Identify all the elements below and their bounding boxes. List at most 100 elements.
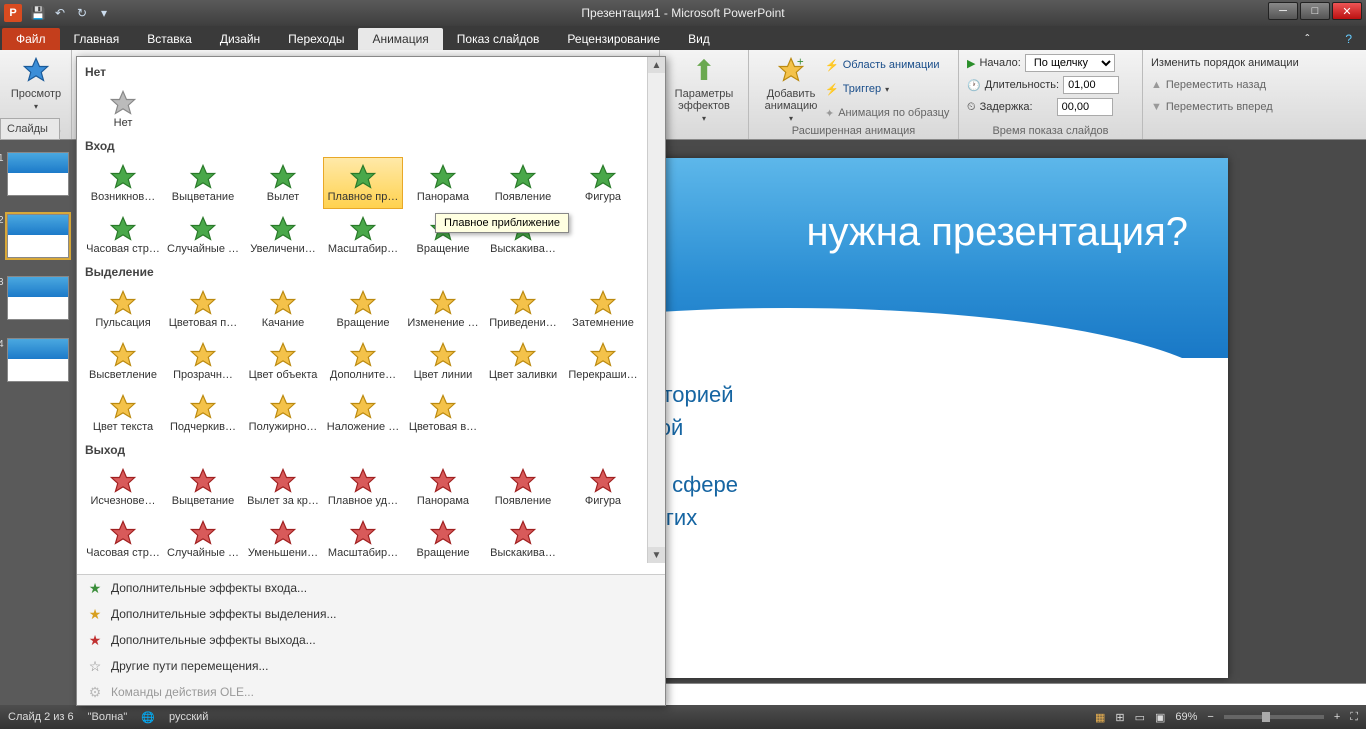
gallery-item[interactable]: Дополните… (323, 335, 403, 387)
gallery-item[interactable]: Уменьшени… (243, 513, 323, 565)
slide-thumb-4[interactable]: 4 (7, 338, 69, 382)
gallery-item[interactable]: Вылет (243, 157, 323, 209)
language-icon[interactable]: 🌐 (141, 711, 155, 724)
qat-redo-icon[interactable]: ↻ (74, 5, 90, 21)
gallery-item[interactable]: Часовая стр… (83, 209, 163, 261)
gallery-item[interactable]: Возникнов… (83, 157, 163, 209)
more-emphasis-item[interactable]: ★Дополнительные эффекты выделения... (77, 601, 665, 627)
tab-home[interactable]: Главная (60, 28, 134, 50)
gallery-item[interactable]: Изменение … (403, 283, 483, 335)
duration-input[interactable] (1063, 76, 1119, 94)
gallery-item[interactable]: Пульсация (83, 283, 163, 335)
minimize-button[interactable]: ─ (1268, 2, 1298, 20)
maximize-button[interactable]: □ (1300, 2, 1330, 20)
view-reading-icon[interactable]: ▭ (1135, 711, 1145, 724)
gallery-item[interactable]: Полужирно… (243, 387, 323, 439)
star-icon (107, 289, 139, 317)
gallery-item[interactable]: Панорама (403, 157, 483, 209)
gallery-item[interactable]: Появление (483, 461, 563, 513)
help-icon[interactable]: ? (1331, 28, 1366, 50)
gallery-item[interactable]: Плавное уд… (323, 461, 403, 513)
gallery-item[interactable]: Часовая стр… (83, 513, 163, 565)
more-entrance-item[interactable]: ★Дополнительные эффекты входа... (77, 575, 665, 601)
gallery-item[interactable]: Масштабир… (323, 209, 403, 261)
gallery-section: Нет (83, 61, 645, 83)
add-animation-button[interactable]: + Добавить анимацию ▾ (757, 52, 825, 125)
star-icon (347, 393, 379, 421)
view-sorter-icon[interactable]: ⊞ (1115, 711, 1124, 724)
delay-input[interactable] (1057, 98, 1113, 116)
gallery-item[interactable]: Фигура (563, 461, 643, 513)
gallery-item[interactable]: Масштабир… (323, 513, 403, 565)
preview-button[interactable]: Просмотр ▾ (8, 52, 64, 113)
gallery-item[interactable]: Цвет заливки (483, 335, 563, 387)
gallery-item[interactable]: Появление (483, 157, 563, 209)
tab-animation[interactable]: Анимация (358, 28, 442, 50)
start-select[interactable]: По щелчку (1025, 54, 1115, 72)
star-icon (267, 289, 299, 317)
slide-thumb-2[interactable]: 2 (7, 214, 69, 258)
gallery-item[interactable]: Вращение (323, 283, 403, 335)
trigger-link[interactable]: Триггер (843, 83, 881, 95)
gallery-item[interactable]: Приведени… (483, 283, 563, 335)
gallery-item[interactable]: Случайные … (163, 209, 243, 261)
gallery-item[interactable]: Качание (243, 283, 323, 335)
slide-thumb-1[interactable]: 1 (7, 152, 69, 196)
gallery-item[interactable]: Случайные … (163, 513, 243, 565)
fit-window-icon[interactable]: ⛶ (1350, 711, 1358, 724)
preview-star-icon (20, 54, 52, 86)
gallery-item[interactable]: Выцветание (163, 461, 243, 513)
gallery-item[interactable]: Наложение … (323, 387, 403, 439)
gallery-item[interactable]: Плавное пр… (323, 157, 403, 209)
star-icon (347, 163, 379, 191)
gallery-item[interactable]: Выцветание (163, 157, 243, 209)
gallery-item[interactable]: Вылет за кр… (243, 461, 323, 513)
slide-title[interactable]: нужна презентация? (806, 210, 1188, 255)
gallery-item[interactable]: Затемнение (563, 283, 643, 335)
scroll-down-icon[interactable]: ▼ (648, 547, 665, 563)
tab-view[interactable]: Вид (674, 28, 724, 50)
slides-tab[interactable]: Слайды (0, 118, 60, 140)
zoom-in-icon[interactable]: + (1334, 711, 1340, 723)
tab-review[interactable]: Рецензирование (553, 28, 674, 50)
gallery-item[interactable]: Выскакива… (483, 513, 563, 565)
gallery-item[interactable]: Цветовая п… (163, 283, 243, 335)
gallery-item[interactable]: Цвет объекта (243, 335, 323, 387)
animation-pane-link[interactable]: Область анимации (843, 59, 940, 71)
gallery-item[interactable]: Цвет текста (83, 387, 163, 439)
gallery-item[interactable]: Вращение (403, 513, 483, 565)
gallery-item[interactable]: Прозрачн… (163, 335, 243, 387)
gallery-item[interactable]: Нет (83, 83, 163, 135)
gallery-item[interactable]: Исчезнове… (83, 461, 163, 513)
tab-insert[interactable]: Вставка (133, 28, 206, 50)
tab-design[interactable]: Дизайн (206, 28, 274, 50)
view-normal-icon[interactable]: ▦ (1095, 711, 1105, 724)
qat-dropdown-icon[interactable]: ▾ (96, 5, 112, 21)
zoom-out-icon[interactable]: − (1207, 711, 1213, 723)
tab-slideshow[interactable]: Показ слайдов (443, 28, 554, 50)
gallery-item[interactable]: Цвет линии (403, 335, 483, 387)
effect-options-button[interactable]: ⬆ Параметры эффектов ▾ (668, 52, 740, 125)
gallery-item[interactable]: Увеличени… (243, 209, 323, 261)
gallery-item[interactable]: Подчеркив… (163, 387, 243, 439)
gallery-scrollbar[interactable]: ▲ ▼ (647, 57, 665, 563)
scroll-up-icon[interactable]: ▲ (648, 57, 665, 73)
tab-file[interactable]: Файл (2, 28, 60, 50)
star-icon (267, 163, 299, 191)
more-exit-item[interactable]: ★Дополнительные эффекты выхода... (77, 627, 665, 653)
qat-save-icon[interactable]: 💾 (30, 5, 46, 21)
gallery-item[interactable]: Цветовая в… (403, 387, 483, 439)
gallery-item[interactable]: Панорама (403, 461, 483, 513)
more-motion-item[interactable]: ☆Другие пути перемещения... (77, 653, 665, 679)
tab-transitions[interactable]: Переходы (274, 28, 358, 50)
gallery-item[interactable]: Высветление (83, 335, 163, 387)
qat-undo-icon[interactable]: ↶ (52, 5, 68, 21)
zoom-slider[interactable] (1224, 715, 1324, 719)
slide-thumb-3[interactable]: 3 (7, 276, 69, 320)
close-button[interactable]: ✕ (1332, 2, 1362, 20)
gallery-item[interactable]: Перекраши… (563, 335, 643, 387)
view-slideshow-icon[interactable]: ▣ (1155, 711, 1165, 724)
ribbon-minimize-icon[interactable]: ˆ (1291, 28, 1323, 50)
gallery-item[interactable]: Фигура (563, 157, 643, 209)
zoom-level[interactable]: 69% (1175, 711, 1197, 723)
